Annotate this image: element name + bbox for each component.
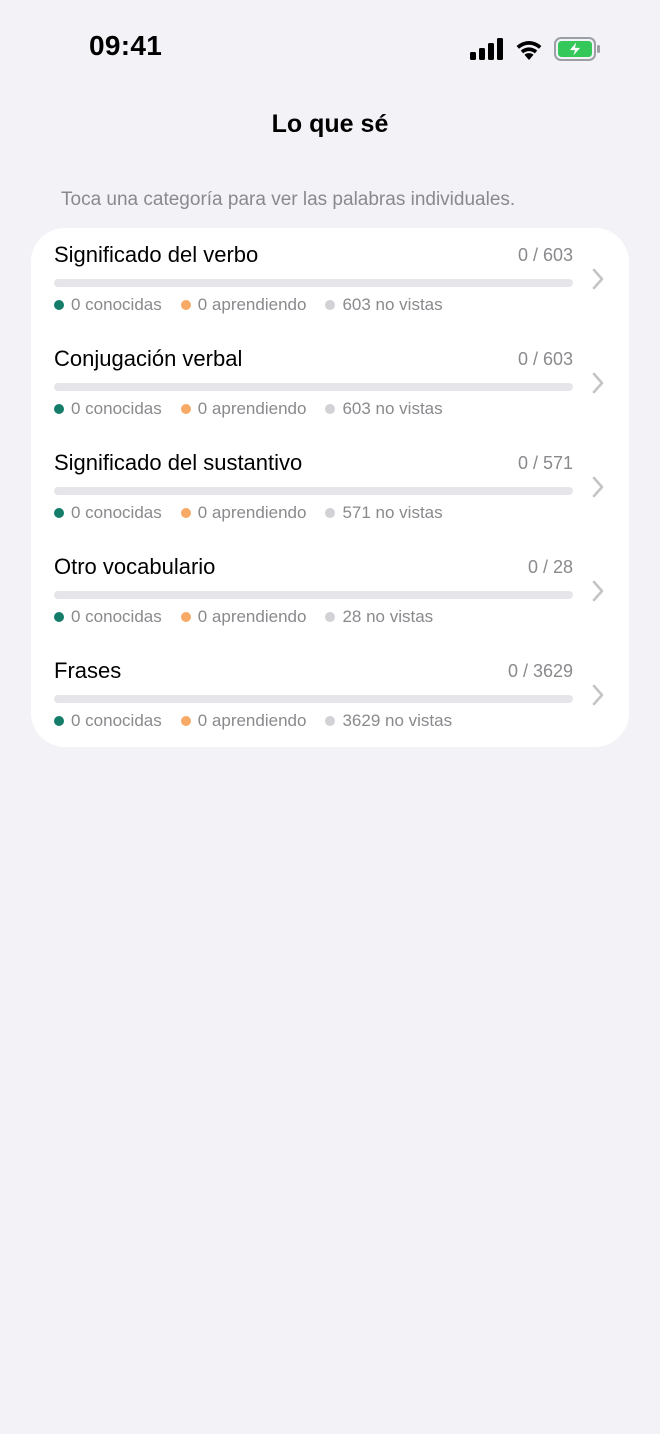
status-icons — [470, 36, 600, 62]
cellular-signal-icon — [470, 38, 504, 60]
known-dot-icon — [54, 404, 64, 414]
category-name: Significado del verbo — [54, 242, 259, 267]
instruction-text: Toca una categoría para ver las palabras… — [61, 189, 516, 210]
page-title: Lo que sé — [271, 110, 389, 138]
progress-bar — [54, 695, 573, 703]
learning-dot-icon — [180, 300, 191, 310]
unseen-stat: 3629 no vistas — [325, 711, 452, 731]
learning-label: 0 aprendiendo — [197, 607, 307, 626]
unseen-label: 3629 no vistas — [342, 711, 453, 730]
known-label: 0 conocidas — [71, 399, 162, 418]
unseen-stat: 603 no vistas — [325, 399, 443, 419]
category-row-other-vocabulary[interactable]: Otro vocabulario 0 / 28 0 conocidas 0 ap… — [31, 540, 629, 644]
known-label: 0 conocidas — [71, 711, 162, 730]
status-bar: 09:41 — [0, 0, 660, 96]
learning-stat: 0 aprendiendo — [180, 607, 307, 627]
learning-label: 0 aprendiendo — [197, 399, 307, 418]
unseen-dot-icon — [325, 716, 336, 726]
category-count: 0 / 603 — [517, 245, 573, 265]
learning-label: 0 aprendiendo — [197, 503, 307, 522]
learning-stat: 0 aprendiendo — [180, 399, 307, 419]
category-row-verb-conjugation[interactable]: Conjugación verbal 0 / 603 0 conocidas 0… — [31, 332, 629, 436]
known-dot-icon — [54, 612, 64, 622]
known-stat: 0 conocidas — [54, 607, 162, 627]
chevron-right-icon — [592, 580, 604, 602]
unseen-dot-icon — [325, 300, 336, 310]
category-row-phrases[interactable]: Frases 0 / 3629 0 conocidas 0 aprendiend… — [31, 644, 629, 748]
known-label: 0 conocidas — [71, 295, 162, 314]
battery-charging-icon — [554, 37, 600, 61]
known-stat: 0 conocidas — [54, 295, 162, 315]
category-stats: 0 conocidas 0 aprendiendo 28 no vistas — [54, 607, 452, 627]
chevron-right-icon — [592, 476, 604, 498]
known-stat: 0 conocidas — [54, 503, 162, 523]
progress-bar — [54, 487, 573, 495]
unseen-dot-icon — [325, 508, 336, 518]
known-dot-icon — [54, 716, 64, 726]
learning-stat: 0 aprendiendo — [180, 295, 307, 315]
known-stat: 0 conocidas — [54, 711, 162, 731]
category-name: Conjugación verbal — [54, 346, 243, 371]
unseen-dot-icon — [325, 612, 336, 622]
category-count: 0 / 28 — [527, 557, 573, 577]
category-count: 0 / 571 — [517, 453, 573, 473]
learning-dot-icon — [180, 508, 191, 518]
learning-stat: 0 aprendiendo — [180, 711, 307, 731]
known-dot-icon — [54, 300, 64, 310]
progress-bar — [54, 383, 573, 391]
unseen-label: 28 no vistas — [342, 607, 434, 626]
learning-dot-icon — [180, 612, 191, 622]
category-name: Otro vocabulario — [54, 554, 216, 579]
learning-label: 0 aprendiendo — [197, 295, 307, 314]
status-time: 09:41 — [89, 30, 163, 61]
unseen-label: 603 no vistas — [342, 295, 443, 314]
known-stat: 0 conocidas — [54, 399, 162, 419]
category-row-verb-meaning[interactable]: Significado del verbo 0 / 603 0 conocida… — [31, 228, 629, 332]
category-name: Frases — [54, 658, 122, 683]
unseen-label: 603 no vistas — [342, 399, 443, 418]
unseen-stat: 603 no vistas — [325, 295, 443, 315]
learning-dot-icon — [180, 716, 191, 726]
chevron-right-icon — [592, 684, 604, 706]
category-row-noun-meaning[interactable]: Significado del sustantivo 0 / 571 0 con… — [31, 436, 629, 540]
known-label: 0 conocidas — [71, 503, 162, 522]
category-stats: 0 conocidas 0 aprendiendo 571 no vistas — [54, 503, 462, 523]
category-name: Significado del sustantivo — [54, 450, 303, 475]
progress-bar — [54, 591, 573, 599]
learning-dot-icon — [180, 404, 191, 414]
category-stats: 0 conocidas 0 aprendiendo 603 no vistas — [54, 399, 462, 419]
category-count: 0 / 603 — [517, 349, 573, 369]
category-count: 0 / 3629 — [507, 661, 573, 681]
learning-stat: 0 aprendiendo — [180, 503, 307, 523]
wifi-icon — [514, 38, 544, 60]
category-list: Significado del verbo 0 / 603 0 conocida… — [31, 228, 629, 747]
known-dot-icon — [54, 508, 64, 518]
known-label: 0 conocidas — [71, 607, 162, 626]
chevron-right-icon — [592, 372, 604, 394]
learning-label: 0 aprendiendo — [197, 711, 307, 730]
unseen-dot-icon — [325, 404, 336, 414]
category-stats: 0 conocidas 0 aprendiendo 603 no vistas — [54, 295, 462, 315]
unseen-stat: 571 no vistas — [325, 503, 443, 523]
category-stats: 0 conocidas 0 aprendiendo 3629 no vistas — [54, 711, 471, 731]
unseen-stat: 28 no vistas — [325, 607, 433, 627]
chevron-right-icon — [592, 268, 604, 290]
progress-bar — [54, 279, 573, 287]
unseen-label: 571 no vistas — [342, 503, 443, 522]
